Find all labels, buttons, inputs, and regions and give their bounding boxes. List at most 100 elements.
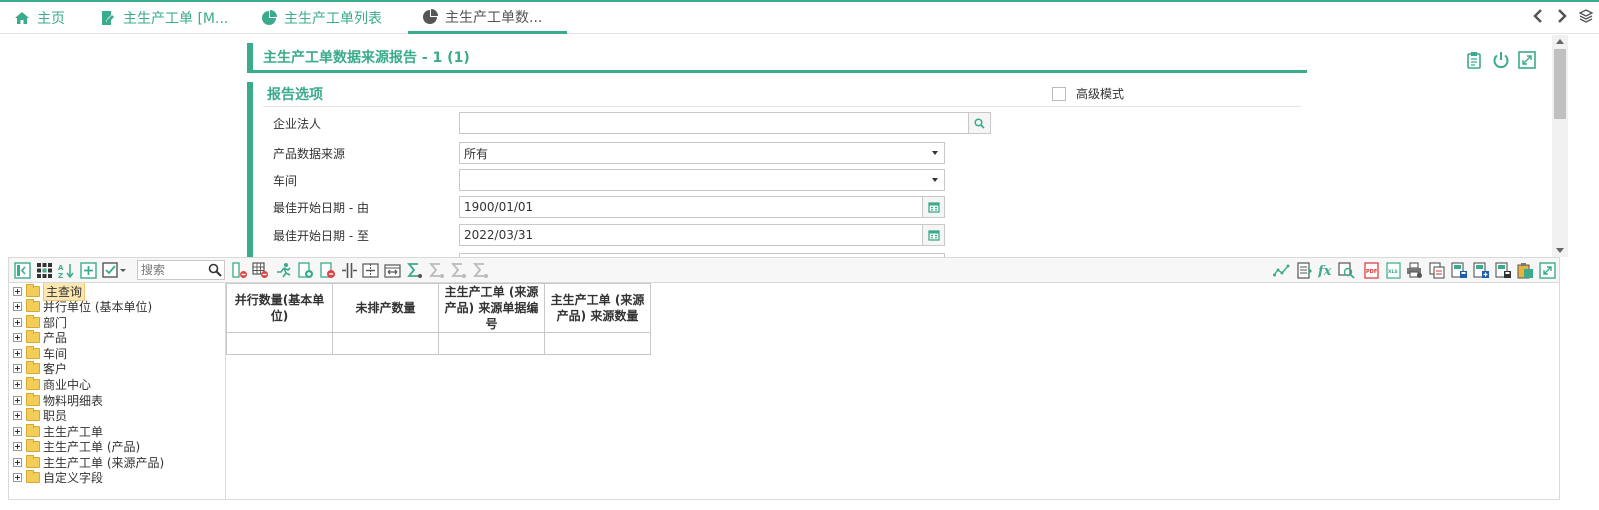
expand-icon[interactable] xyxy=(13,458,22,467)
scroll-thumb[interactable] xyxy=(1554,49,1566,119)
print-settings-icon[interactable] xyxy=(1406,262,1423,279)
table-cell[interactable] xyxy=(438,332,545,355)
pivot-table: 并行数量(基本单位) 未排产数量 主生产工单 (来源产品) 来源单据编号 主生产… xyxy=(226,283,651,355)
run-icon[interactable] xyxy=(275,262,292,279)
tree-node[interactable]: 车间 xyxy=(13,346,67,361)
expand-icon[interactable] xyxy=(13,473,22,482)
add-document-icon[interactable] xyxy=(297,262,314,279)
expand-icon[interactable] xyxy=(13,442,22,451)
field-list-icon[interactable] xyxy=(1296,262,1313,279)
tree-node[interactable]: 主生产工单 (产品) xyxy=(13,439,140,454)
table-cell[interactable] xyxy=(332,332,439,355)
clipboard-icon[interactable] xyxy=(1466,51,1484,69)
tree-node[interactable]: 部门 xyxy=(13,315,67,330)
chart-icon[interactable] xyxy=(1273,262,1290,279)
expand-icon[interactable] xyxy=(13,380,22,389)
remove-field-icon[interactable] xyxy=(231,262,248,279)
tree-node[interactable]: 客户 xyxy=(13,361,67,376)
merge-columns-icon[interactable] xyxy=(362,262,379,279)
legal-entity-lookup[interactable] xyxy=(459,112,991,134)
folder-icon xyxy=(26,330,40,343)
options-heading: 报告选项 xyxy=(267,87,323,103)
expand-icon[interactable] xyxy=(13,396,22,405)
export-pdf-icon[interactable]: PDF xyxy=(1363,262,1380,279)
save-as-icon[interactable] xyxy=(1473,262,1490,279)
pivot-search[interactable] xyxy=(137,260,225,280)
tab-home[interactable]: 主页 xyxy=(14,2,65,34)
tab-work-order-edit[interactable]: 主生产工单 [M... xyxy=(100,2,228,34)
expand-icon[interactable] xyxy=(13,364,22,373)
tree-node[interactable]: 产品 xyxy=(13,330,67,345)
advanced-mode-checkbox[interactable] xyxy=(1052,86,1066,101)
grid-icon[interactable] xyxy=(36,262,53,279)
vertical-scrollbar[interactable] xyxy=(1552,35,1568,257)
tree-node[interactable]: 主生产工单 (来源产品) xyxy=(13,455,164,470)
report-title: 主生产工单数据来源报告 - 1 (1) xyxy=(263,50,470,66)
tree-node[interactable]: 物料明细表 xyxy=(13,393,103,408)
expand-icon[interactable] xyxy=(13,318,22,327)
search-icon[interactable] xyxy=(968,113,990,133)
column-header[interactable]: 并行数量(基本单位) xyxy=(226,283,333,333)
tree-node[interactable]: 职员 xyxy=(13,408,67,423)
table-cell[interactable] xyxy=(226,332,333,355)
search-icon[interactable] xyxy=(208,263,222,277)
export-excel-icon[interactable]: XLS xyxy=(1385,262,1402,279)
fit-columns-icon[interactable] xyxy=(384,262,401,279)
sort-az-icon[interactable]: AZ xyxy=(58,262,75,280)
start-date-to-input[interactable]: 2022/03/31 xyxy=(459,224,945,246)
column-header[interactable]: 主生产工单 (来源产品) 来源数量 xyxy=(544,283,651,333)
remove-table-icon[interactable] xyxy=(252,262,269,279)
calendar-icon[interactable] xyxy=(922,225,944,245)
remove-document-icon[interactable] xyxy=(319,262,336,279)
table-cell[interactable] xyxy=(544,332,651,355)
tree-node[interactable]: 主生产工单 xyxy=(13,424,103,439)
tab-label: 主生产工单列表 xyxy=(284,11,382,27)
calendar-icon[interactable] xyxy=(922,197,944,217)
tab-work-order-list[interactable]: 主生产工单列表 xyxy=(261,2,382,34)
column-header[interactable]: 主生产工单 (来源产品) 来源单据编号 xyxy=(438,283,545,333)
expand-icon[interactable] xyxy=(1518,51,1536,69)
tree-node[interactable]: 商业中心 xyxy=(13,377,91,392)
home-icon xyxy=(14,10,30,26)
expand-icon[interactable] xyxy=(13,427,22,436)
formula-icon[interactable]: fx xyxy=(1317,262,1335,279)
add-icon[interactable] xyxy=(80,262,97,279)
search-input[interactable] xyxy=(138,261,206,279)
expand-icon[interactable] xyxy=(13,302,22,311)
pie-chart-icon xyxy=(261,10,277,26)
scroll-down-icon[interactable] xyxy=(1556,248,1564,253)
chevron-left-icon[interactable] xyxy=(1531,8,1545,26)
paste-icon[interactable] xyxy=(1517,262,1534,279)
tree-node-label: 主生产工单 (产品) xyxy=(43,440,141,454)
tree-node[interactable]: 并行单位 (基本单位) xyxy=(13,299,152,314)
power-icon[interactable] xyxy=(1492,51,1510,69)
report-options: 报告选项 高级模式 企业法人 产品数据来源 所有 车间 最佳开始日期 - 由 1… xyxy=(247,82,1307,257)
fullscreen-icon[interactable] xyxy=(1539,262,1556,279)
start-date-from-input[interactable]: 1900/01/01 xyxy=(459,196,945,218)
field-value: 2022/03/31 xyxy=(464,228,534,242)
split-columns-icon[interactable] xyxy=(341,262,358,279)
workshop-select[interactable] xyxy=(459,169,945,191)
expand-icon[interactable] xyxy=(13,333,22,342)
svg-text:PDF: PDF xyxy=(1366,269,1377,275)
advanced-mode[interactable]: 高级模式 xyxy=(1052,85,1124,102)
tab-work-order-data-report[interactable]: 主生产工单数... xyxy=(408,2,567,34)
chevron-down-icon xyxy=(932,151,938,155)
layers-icon[interactable] xyxy=(1578,8,1594,26)
column-header[interactable]: 未排产数量 xyxy=(332,283,439,333)
preview-icon[interactable] xyxy=(1338,262,1355,279)
expand-icon[interactable] xyxy=(13,349,22,358)
save-report-icon[interactable] xyxy=(1495,262,1512,279)
scroll-up-icon[interactable] xyxy=(1556,39,1564,44)
expand-icon[interactable] xyxy=(13,287,22,296)
checkbox-dropdown-icon[interactable] xyxy=(102,262,128,279)
chevron-right-icon[interactable] xyxy=(1555,8,1569,26)
collapse-panel-icon[interactable] xyxy=(14,262,31,279)
expand-icon[interactable] xyxy=(13,411,22,420)
copy-icon[interactable] xyxy=(1429,262,1446,279)
save-icon[interactable] xyxy=(1451,262,1468,279)
tree-node[interactable]: 主查询 xyxy=(13,283,86,301)
tree-node[interactable]: 自定义字段 xyxy=(13,470,103,485)
product-source-select[interactable]: 所有 xyxy=(459,142,945,164)
sum-icon[interactable] xyxy=(406,262,423,279)
